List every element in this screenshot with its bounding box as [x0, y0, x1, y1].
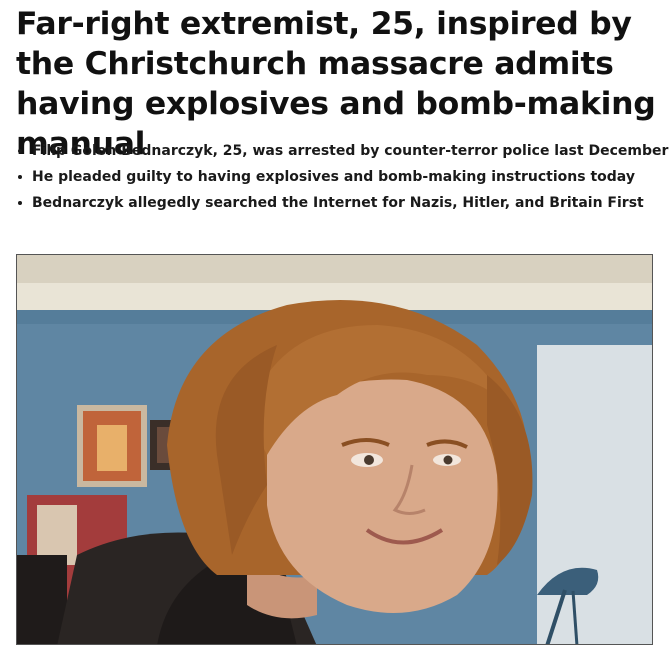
summary-bullets: Filip Golon Bednarczyk, 25, was arrested… — [16, 138, 668, 216]
bullet-item: Filip Golon Bednarczyk, 25, was arrested… — [16, 138, 668, 164]
bullet-text: He pleaded guilty to having explosives a… — [32, 169, 635, 185]
bullet-dot-icon — [18, 175, 22, 179]
portrait-illustration — [17, 255, 652, 644]
bullet-item: Bednarczyk allegedly searched the Intern… — [16, 190, 661, 216]
bullet-item: He pleaded guilty to having explosives a… — [16, 164, 661, 190]
bullet-dot-icon — [18, 201, 22, 205]
article-photo[interactable] — [16, 254, 653, 645]
bullet-text: Bednarczyk allegedly searched the Intern… — [32, 195, 644, 211]
bullet-dot-icon — [18, 149, 22, 153]
bullet-text: Filip Golon Bednarczyk, 25, was arrested… — [32, 143, 669, 159]
